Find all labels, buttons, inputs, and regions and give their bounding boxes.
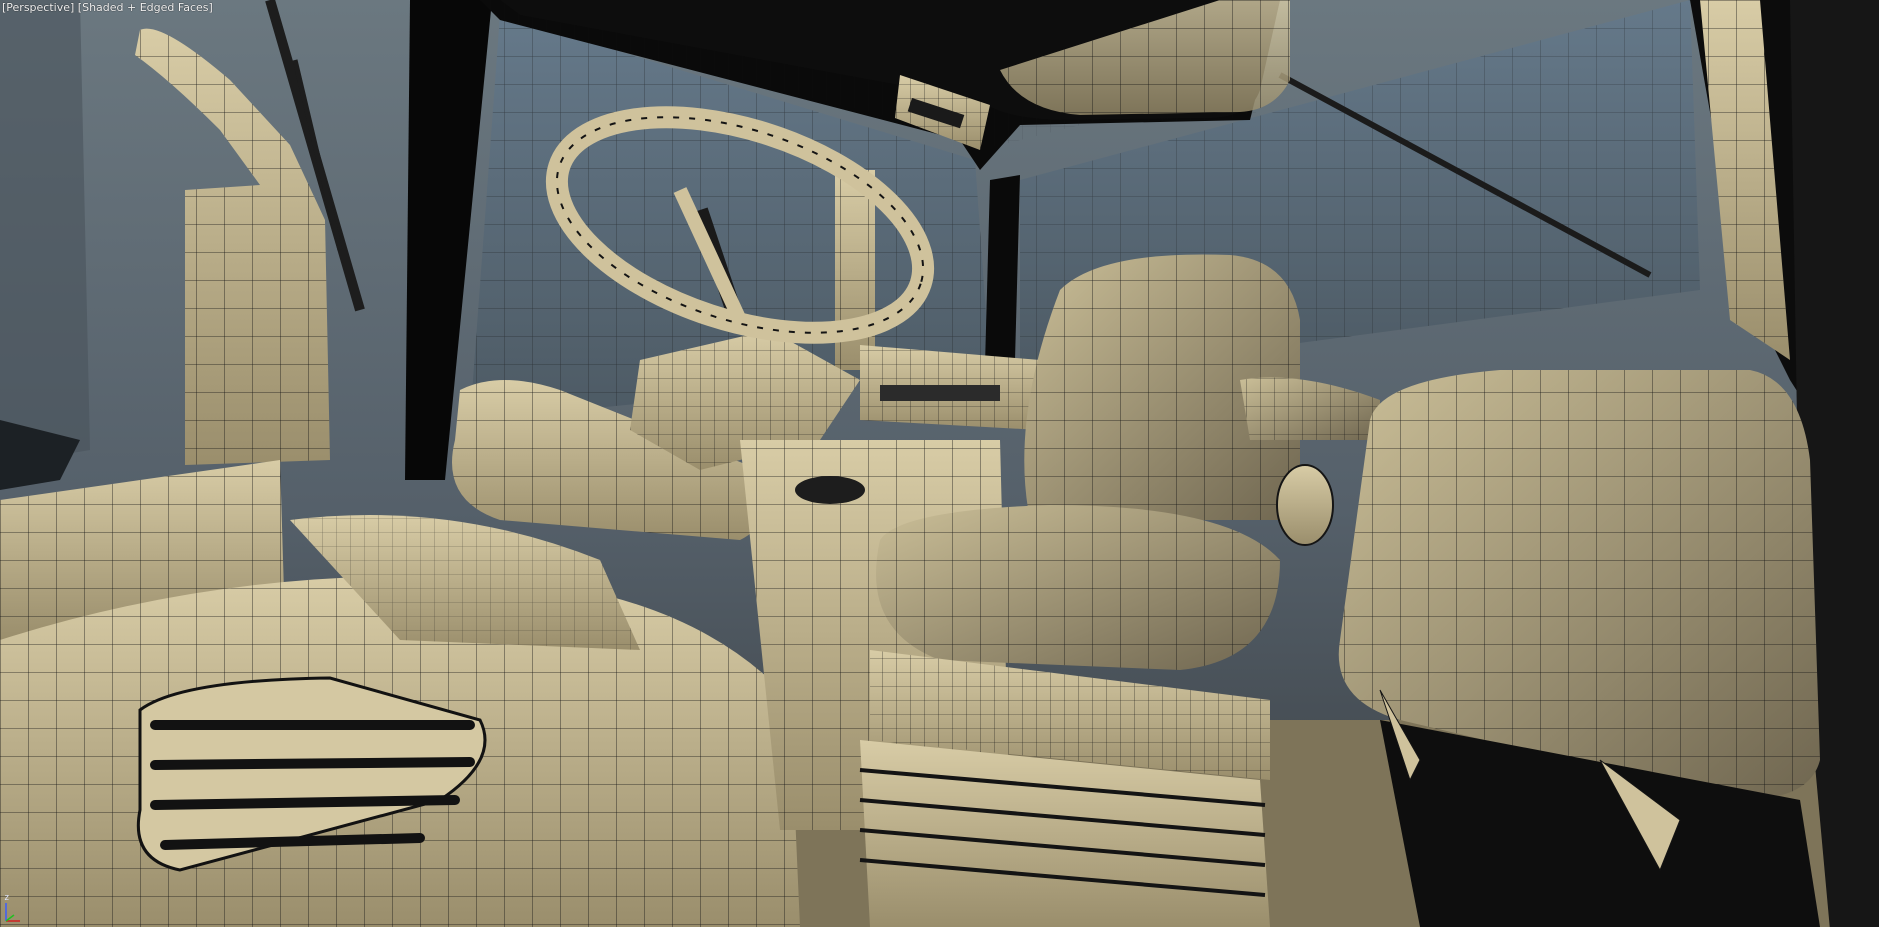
scene-render [0,0,1879,927]
axis-z-label: z [4,893,10,903]
viewport-label-bar: [Perspective] [Shaded + Edged Faces] [2,0,213,16]
shading-mode-label[interactable]: [Shaded + Edged Faces] [78,1,213,14]
passenger-seat [1338,370,1820,927]
seat-suspension [859,650,1270,927]
dashboard-panel [860,345,1040,430]
axis-tripod-icon: z [2,893,32,925]
3d-viewport[interactable]: [Perspective] [Shaded + Edged Faces] z [0,0,1879,927]
view-label[interactable]: [Perspective] [2,1,74,14]
